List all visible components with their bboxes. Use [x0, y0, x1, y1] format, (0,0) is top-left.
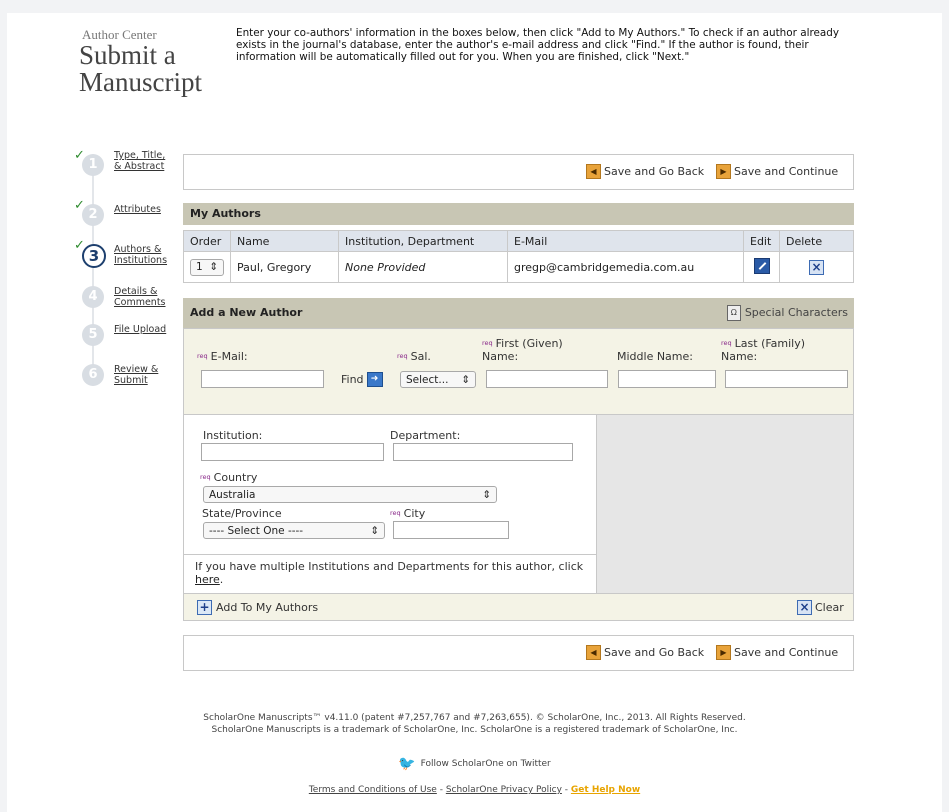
clear-icon: × [797, 600, 812, 615]
city-field[interactable] [393, 521, 509, 539]
step-label[interactable]: Attributes [114, 204, 174, 215]
step-number: 1 [82, 154, 104, 176]
arrow-left-icon: ◀ [586, 163, 601, 179]
instructions-text: Enter your co-authors' information in th… [236, 27, 839, 63]
bottom-nav-bar: ◀ Save and Go Back ▶ Save and Continue [183, 635, 854, 671]
twitter-bird-icon: 🐦 [398, 756, 416, 772]
step-label[interactable]: Authors & Institutions [114, 244, 174, 266]
arrow-right-icon: ▶ [716, 163, 731, 179]
state-label: State/Province [202, 507, 282, 520]
top-nav-bar: ◀ Save and Go Back ▶ Save and Continue [183, 154, 854, 190]
step-label[interactable]: File Upload [114, 324, 174, 335]
delete-icon[interactable]: × [809, 259, 824, 275]
author-email: gregp@cambridgemedia.com.au [507, 251, 744, 283]
department-field[interactable] [393, 443, 573, 461]
page-title: Submit a Manuscript [79, 42, 202, 96]
step-label[interactable]: Type, Title, & Abstract [114, 150, 174, 172]
special-characters-button[interactable]: Ω Special Characters [726, 298, 848, 328]
save-and-go-back-button[interactable]: ◀ Save and Go Back [586, 163, 704, 179]
country-label: req Country [200, 471, 258, 484]
divider [183, 554, 597, 555]
order-select[interactable]: 1 ⇕ [190, 258, 224, 276]
step-number: 3 [82, 244, 106, 268]
middle-name-label: Middle Name: [617, 350, 693, 363]
chevron-updown-icon: ⇕ [370, 524, 379, 537]
salutation-label: req Sal. [397, 350, 431, 363]
get-help-link[interactable]: Get Help Now [571, 785, 640, 795]
order-cell: 1 ⇕ [183, 251, 231, 283]
special-characters-icon: Ω [726, 305, 741, 321]
country-select[interactable]: Australia ⇕ [203, 486, 497, 503]
table-row: 1 ⇕ Paul, Gregory None Provided gregp@cam… [183, 251, 854, 283]
save-and-go-back-button[interactable]: ◀ Save and Go Back [586, 644, 704, 660]
arrow-left-icon: ◀ [586, 644, 601, 660]
twitter-follow-link[interactable]: 🐦 Follow ScholarOne on Twitter [0, 756, 949, 772]
middle-name-field[interactable] [618, 370, 716, 388]
footer-links: Terms and Conditions of Use - ScholarOne… [308, 785, 641, 795]
copyright-text: ScholarOne Manuscripts™ v4.11.0 (patent … [203, 713, 746, 735]
page-title-line1: Submit a [79, 40, 176, 70]
last-name-field[interactable] [725, 370, 848, 388]
column-header: Institution, Department [338, 230, 508, 252]
state-select[interactable]: ---- Select One ---- ⇕ [203, 522, 385, 539]
add-to-my-authors-button[interactable]: + Add To My Authors [197, 600, 318, 615]
plus-icon: + [197, 600, 212, 615]
column-header: E-Mail [507, 230, 744, 252]
arrow-right-icon: ▶ [716, 644, 731, 660]
my-authors-table: Order Name Institution, Department E-Mai… [183, 230, 854, 283]
privacy-link[interactable]: ScholarOne Privacy Policy [446, 785, 562, 795]
column-header: Order [183, 230, 231, 252]
step-number: 6 [82, 364, 104, 386]
last-name-label: req Last (Family) Name: [721, 337, 806, 363]
chevron-updown-icon: ⇕ [209, 261, 218, 273]
terms-link[interactable]: Terms and Conditions of Use [309, 785, 437, 795]
page-title-line2: Manuscript [79, 67, 202, 97]
step-label[interactable]: Review & Submit [114, 364, 174, 386]
author-institution: None Provided [338, 251, 508, 283]
edit-icon[interactable] [753, 257, 770, 274]
chevron-updown-icon: ⇕ [461, 373, 470, 386]
column-header: Delete [779, 230, 854, 252]
multiple-institutions-link[interactable]: here [195, 573, 220, 586]
multiple-institutions-text: If you have multiple Institutions and De… [195, 560, 584, 586]
find-button[interactable]: Find ➜ [341, 372, 383, 387]
step-number: 2 [82, 204, 104, 226]
first-name-field[interactable] [486, 370, 608, 388]
column-header: Edit [743, 230, 780, 252]
institution-field[interactable] [201, 443, 384, 461]
email-field[interactable] [201, 370, 324, 388]
clear-button[interactable]: × Clear [797, 600, 844, 615]
save-and-continue-button[interactable]: ▶ Save and Continue [716, 163, 838, 179]
author-name: Paul, Gregory [230, 251, 339, 283]
delete-cell: × [779, 251, 854, 283]
department-label: Department: [390, 429, 461, 442]
institution-label: Institution: [203, 429, 263, 442]
chevron-updown-icon: ⇕ [482, 488, 491, 501]
step-number: 4 [82, 286, 104, 308]
first-name-label: req First (Given) Name: [482, 337, 563, 363]
add-author-heading: Add a New Author Ω Special Characters [183, 298, 854, 328]
institution-side-panel [596, 414, 854, 594]
column-header: Name [230, 230, 339, 252]
my-authors-heading: My Authors [183, 203, 854, 225]
save-and-continue-button[interactable]: ▶ Save and Continue [716, 644, 838, 660]
city-label: req City [390, 507, 426, 520]
arrow-right-icon: ➜ [366, 372, 383, 387]
salutation-select[interactable]: Select... ⇕ [400, 371, 476, 388]
email-label: req E-Mail: [197, 350, 248, 363]
step-label[interactable]: Details & Comments [114, 286, 174, 308]
edit-cell [743, 251, 780, 283]
step-number: 5 [82, 324, 104, 346]
